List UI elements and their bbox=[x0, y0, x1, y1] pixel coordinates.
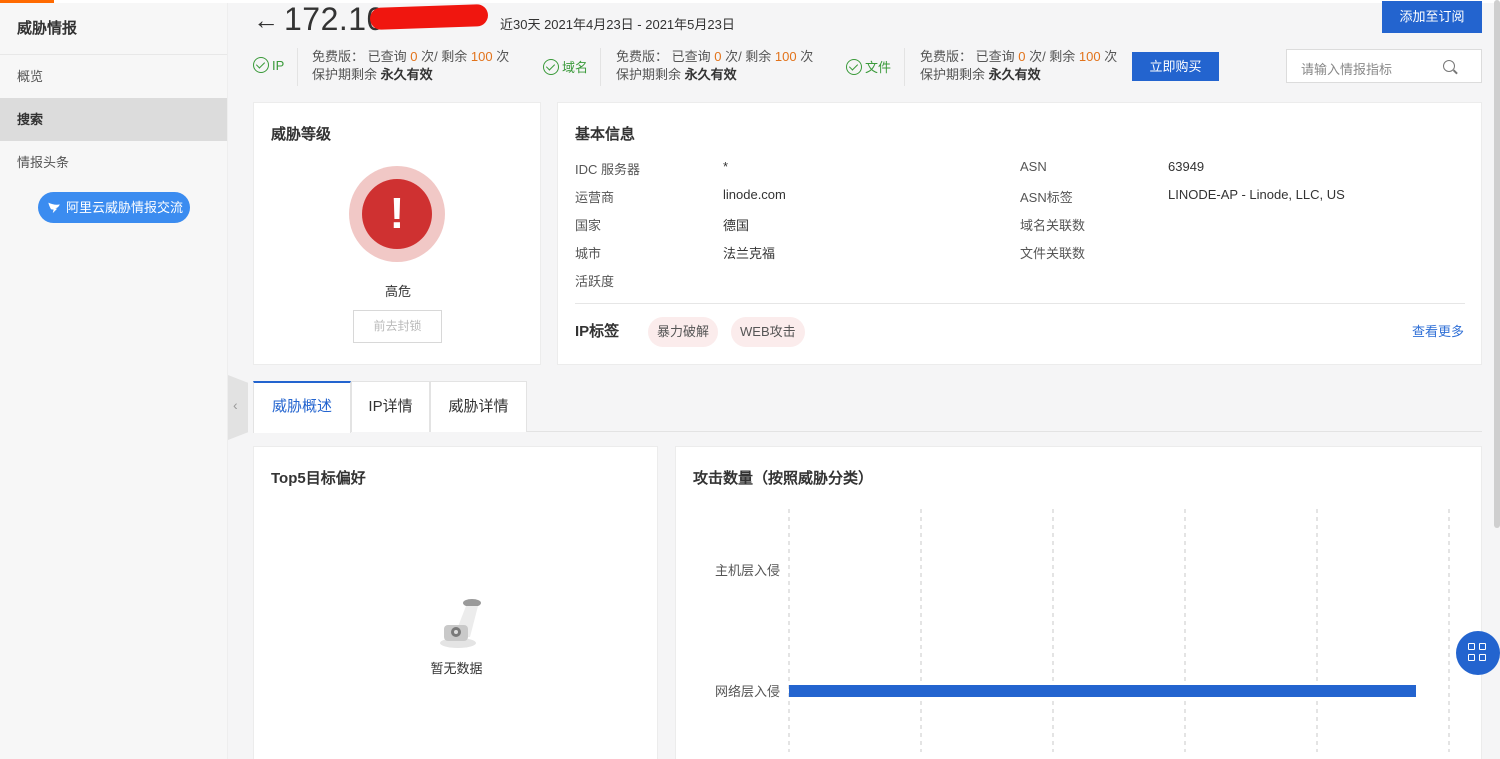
card-title: 基本信息 bbox=[575, 126, 636, 143]
info-label: 城市 bbox=[575, 246, 602, 261]
search-icon[interactable] bbox=[1443, 60, 1455, 72]
add-subscription-button[interactable]: 添加至订阅 bbox=[1382, 1, 1482, 33]
info-value: LINODE-AP - Linode, LLC, US bbox=[1168, 187, 1345, 202]
chevron-left-icon: ‹ bbox=[233, 397, 238, 413]
ip-tags-title: IP标签 bbox=[575, 323, 620, 340]
sidebar: 威胁情报 概览 搜索 情报头条 阿里云威胁情报交流 bbox=[0, 3, 228, 759]
community-button[interactable]: 阿里云威胁情报交流 bbox=[38, 192, 190, 223]
sidebar-item-search[interactable]: 搜索 bbox=[0, 98, 227, 141]
indicator-search-input[interactable]: 请输入情报指标 bbox=[1286, 49, 1482, 83]
quota-text: 免费版： 已查询 0 次/ 剩余 100 次 保护期剩余 永久有效 bbox=[312, 49, 510, 82]
category-label: 主机层入侵 bbox=[715, 563, 780, 578]
search-placeholder: 请输入情报指标 bbox=[1301, 62, 1393, 77]
attack-count-card: 攻击数量（按照威胁分类） 主机层入侵 网络层入侵 bbox=[675, 446, 1482, 759]
block-button[interactable]: 前去封锁 bbox=[353, 310, 442, 343]
category-label: 网络层入侵 bbox=[715, 684, 780, 699]
info-label: 文件关联数 bbox=[1020, 246, 1086, 261]
empty-data-icon bbox=[440, 599, 481, 648]
info-value: 德国 bbox=[723, 218, 750, 233]
divider bbox=[600, 48, 601, 86]
empty-data-text: 暂无数据 bbox=[430, 661, 483, 676]
info-label: 域名关联数 bbox=[1020, 218, 1086, 233]
buy-now-button[interactable]: 立即购买 bbox=[1132, 52, 1219, 81]
quota-type: 文件 bbox=[846, 57, 891, 76]
check-circle-icon bbox=[846, 59, 862, 75]
check-circle-icon bbox=[253, 57, 269, 73]
quota-type: 域名 bbox=[543, 57, 588, 76]
redaction-mark bbox=[369, 3, 489, 31]
sidebar-item-overview[interactable]: 概览 bbox=[0, 55, 227, 98]
divider bbox=[297, 48, 298, 86]
basic-info-card: 基本信息 IDC 服务器 * 运营商 linode.com 国家 德国 城市 法… bbox=[557, 102, 1482, 365]
card-title: Top5目标偏好 bbox=[271, 470, 366, 487]
attack-count-chart: 主机层入侵网络层入侵 bbox=[715, 509, 1450, 752]
date-range: 近30天 2021年4月23日 - 2021年5月23日 bbox=[500, 17, 735, 32]
back-arrow-icon[interactable]: ← bbox=[253, 5, 279, 36]
community-button-label: 阿里云威胁情报交流 bbox=[66, 200, 184, 215]
page-scrollbar[interactable] bbox=[1494, 0, 1500, 528]
grid-icon bbox=[1479, 643, 1486, 650]
page-header: ← 172.10 近30天 2021年4月23日 - 2021年5月23日 添加… bbox=[228, 1, 1500, 98]
sidebar-item-headlines[interactable]: 情报头条 bbox=[0, 141, 227, 184]
quota-text: 免费版： 已查询 0 次/ 剩余 100 次 保护期剩余 永久有效 bbox=[616, 49, 814, 82]
tab-threat-overview[interactable]: 威胁概述 bbox=[253, 381, 351, 433]
alert-circle-icon: ! bbox=[349, 166, 445, 262]
info-label: ASN bbox=[1020, 159, 1047, 174]
info-value: 63949 bbox=[1168, 159, 1205, 174]
sidebar-brand-title: 威胁情报 bbox=[0, 3, 227, 55]
info-label: ASN标签 bbox=[1020, 190, 1073, 205]
grid-apps-button[interactable] bbox=[1456, 631, 1500, 675]
view-more-link[interactable]: 查看更多 bbox=[1412, 321, 1464, 340]
threat-level-card: 威胁等级 ! 高危 前去封锁 bbox=[253, 102, 541, 365]
ip-tag: 暴力破解 bbox=[648, 317, 719, 347]
info-label: 国家 bbox=[575, 218, 602, 233]
divider bbox=[575, 303, 1465, 304]
tab-threat-details[interactable]: 威胁详情 bbox=[430, 381, 527, 432]
ip-tag: WEB攻击 bbox=[731, 317, 805, 347]
bar[interactable] bbox=[789, 685, 1416, 697]
info-label: 运营商 bbox=[575, 190, 615, 205]
sidebar-collapse-handle[interactable]: ‹ bbox=[228, 375, 248, 440]
info-label: IDC 服务器 bbox=[575, 162, 641, 177]
info-label: 活跃度 bbox=[575, 274, 615, 289]
info-value: 法兰克福 bbox=[723, 246, 776, 261]
info-value: linode.com bbox=[723, 187, 786, 202]
dingtalk-icon bbox=[48, 202, 60, 214]
grid-icon bbox=[1468, 654, 1475, 661]
info-value: * bbox=[723, 159, 729, 174]
threat-level-value: 高危 bbox=[384, 284, 411, 299]
quota-text: 免费版： 已查询 0 次/ 剩余 100 次 保护期剩余 永久有效 bbox=[920, 49, 1118, 82]
divider bbox=[904, 48, 905, 86]
card-title: 威胁等级 bbox=[271, 126, 332, 143]
quota-type: IP bbox=[253, 57, 284, 73]
grid-icon bbox=[1479, 654, 1486, 661]
top5-target-card: Top5目标偏好 暂无数据 bbox=[253, 446, 658, 759]
tab-ip-details[interactable]: IP详情 bbox=[351, 381, 430, 432]
detail-tabs: 威胁概述 IP详情 威胁详情 bbox=[253, 381, 1482, 433]
grid-icon bbox=[1468, 643, 1475, 650]
check-circle-icon bbox=[543, 59, 559, 75]
